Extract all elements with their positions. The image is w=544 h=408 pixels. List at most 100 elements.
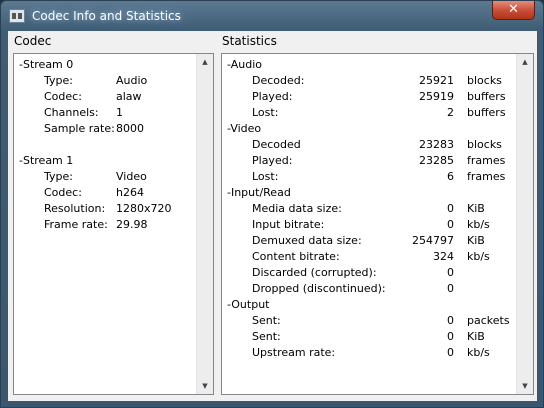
stat-unit: buffers xyxy=(467,106,506,119)
stats-row: Decoded 23283 blocks xyxy=(222,137,533,153)
stat-key: Lost: xyxy=(252,106,279,119)
stat-key: Lost: xyxy=(252,170,279,183)
window-title: Codec Info and Statistics xyxy=(32,9,181,23)
stat-key: Sent: xyxy=(252,314,281,327)
stat-value: 0 xyxy=(447,202,454,215)
stat-value: 254797 xyxy=(412,234,454,247)
app-icon xyxy=(9,9,25,23)
property-key: Channels: xyxy=(44,106,99,119)
stat-key: Decoded: xyxy=(252,74,305,87)
codec-property-row: Sample rate: 8000 xyxy=(14,121,213,137)
stat-unit: blocks xyxy=(467,138,502,151)
title-bar[interactable]: Codec Info and Statistics ✕ xyxy=(1,1,543,31)
group-label: -Input/Read xyxy=(227,186,291,199)
statistics-pane-header: Statistics xyxy=(222,34,277,48)
stats-row: Decoded: 25921 blocks xyxy=(222,73,533,89)
stat-key: Dropped (discontinued): xyxy=(252,282,386,295)
stats-group-node[interactable]: -Input/Read xyxy=(222,185,533,201)
group-label: -Audio xyxy=(227,58,262,71)
codec-property-row: Type: Video xyxy=(14,169,213,185)
stats-row: Content bitrate: 324 kb/s xyxy=(222,249,533,265)
stat-unit: blocks xyxy=(467,74,502,87)
stat-key: Input bitrate: xyxy=(252,218,325,231)
stat-value: 2 xyxy=(447,106,454,119)
stats-row: Sent: 0 packets xyxy=(222,313,533,329)
stats-row: Played: 25919 buffers xyxy=(222,89,533,105)
close-button[interactable]: ✕ xyxy=(492,1,535,20)
window-content: Codec Statistics ▲ ▼ -Stream 0 Type: Audio… xyxy=(8,31,537,401)
stats-row: Media data size: 0 KiB xyxy=(222,201,533,217)
stat-unit: kb/s xyxy=(467,346,490,359)
stat-key: Upstream rate: xyxy=(252,346,336,359)
stream-label: -Stream 0 xyxy=(19,58,74,71)
property-key: Sample rate: xyxy=(44,122,115,135)
stats-row: Played: 23285 frames xyxy=(222,153,533,169)
property-key: Type: xyxy=(44,74,73,87)
stat-unit: KiB xyxy=(467,202,485,215)
stats-row: Upstream rate: 0 kb/s xyxy=(222,345,533,361)
property-key: Codec: xyxy=(44,186,82,199)
stat-value: 0 xyxy=(447,282,454,295)
codec-property-row: Frame rate: 29.98 xyxy=(14,217,213,233)
stats-row: Lost: 2 buffers xyxy=(222,105,533,121)
stat-unit: kb/s xyxy=(467,250,490,263)
stat-unit: KiB xyxy=(467,330,485,343)
stat-key: Played: xyxy=(252,90,293,103)
stat-key: Content bitrate: xyxy=(252,250,340,263)
property-value: alaw xyxy=(116,90,142,103)
stat-value: 25921 xyxy=(419,74,454,87)
codec-property-row: Codec: alaw xyxy=(14,89,213,105)
group-label: -Video xyxy=(227,122,262,135)
codec-tree[interactable]: ▲ ▼ -Stream 0 Type: Audio Codec: alaw Channel… xyxy=(13,53,214,395)
codec-property-row: Resolution: 1280x720 xyxy=(14,201,213,217)
stat-unit: kb/s xyxy=(467,218,490,231)
stat-unit: frames xyxy=(467,170,506,183)
group-label: -Output xyxy=(227,298,270,311)
stats-row: Discarded (corrupted): 0 xyxy=(222,265,533,281)
stats-group-node[interactable]: -Output xyxy=(222,297,533,313)
stat-unit: packets xyxy=(467,314,510,327)
close-icon: ✕ xyxy=(508,2,519,17)
stats-row: Dropped (discontinued): 0 xyxy=(222,281,533,297)
codec-property-row: Channels: 1 xyxy=(14,105,213,121)
stat-value: 0 xyxy=(447,314,454,327)
property-value: 1280x720 xyxy=(116,202,172,215)
stat-unit: buffers xyxy=(467,90,506,103)
stream-node[interactable]: -Stream 1 xyxy=(14,153,213,169)
stats-row: Input bitrate: 0 kb/s xyxy=(222,217,533,233)
codec-property-row: Codec: h264 xyxy=(14,185,213,201)
stat-value: 0 xyxy=(447,218,454,231)
property-key: Type: xyxy=(44,170,73,183)
stats-row: Demuxed data size: 254797 KiB xyxy=(222,233,533,249)
stat-value: 23285 xyxy=(419,154,454,167)
stat-key: Decoded xyxy=(252,138,301,151)
property-key: Frame rate: xyxy=(44,218,108,231)
stat-value: 25919 xyxy=(419,90,454,103)
stats-group-node[interactable]: -Audio xyxy=(222,57,533,73)
stat-value: 324 xyxy=(433,250,454,263)
stat-unit: frames xyxy=(467,154,506,167)
stat-value: 23283 xyxy=(419,138,454,151)
property-value: Video xyxy=(116,170,147,183)
scroll-down-icon[interactable]: ▼ xyxy=(197,381,213,391)
stat-key: Discarded (corrupted): xyxy=(252,266,377,279)
stat-value: 0 xyxy=(447,266,454,279)
stat-value: 0 xyxy=(447,330,454,343)
statistics-tree[interactable]: ▲ ▼ -Audio Decoded: 25921 blocks Played: 2591… xyxy=(221,53,534,395)
stats-group-node[interactable]: -Video xyxy=(222,121,533,137)
property-value: 8000 xyxy=(116,122,144,135)
scroll-down-icon[interactable]: ▼ xyxy=(517,381,533,391)
stats-row: Lost: 6 frames xyxy=(222,169,533,185)
property-key: Resolution: xyxy=(44,202,106,215)
codec-pane-header: Codec xyxy=(14,34,52,48)
stat-value: 0 xyxy=(447,346,454,359)
stat-key: Media data size: xyxy=(252,202,342,215)
codec-info-window: Codec Info and Statistics ✕ Codec Statis… xyxy=(0,0,544,408)
property-key: Codec: xyxy=(44,90,82,103)
stat-key: Demuxed data size: xyxy=(252,234,362,247)
stream-node[interactable]: -Stream 0 xyxy=(14,57,213,73)
stats-row: Sent: 0 KiB xyxy=(222,329,533,345)
stat-unit: KiB xyxy=(467,234,485,247)
stream-label: -Stream 1 xyxy=(19,154,74,167)
property-value: Audio xyxy=(116,74,148,87)
